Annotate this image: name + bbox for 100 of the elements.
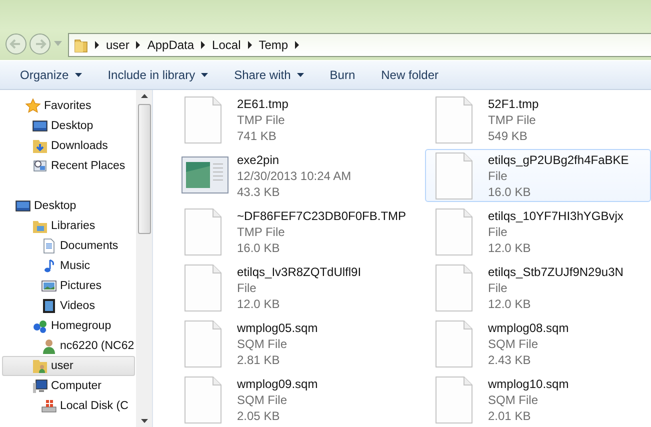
file-size: 12.0 KB xyxy=(488,296,532,312)
chevron-icon xyxy=(136,41,140,49)
nav-item[interactable]: Libraries xyxy=(2,216,135,236)
file-size: 16.0 KB xyxy=(237,240,281,256)
file-tile[interactable]: etilqs_Iv3R8ZQTdUlfl9I File 12.0 KB xyxy=(174,261,425,314)
disk-icon xyxy=(41,398,57,414)
user-folder-icon xyxy=(32,358,48,374)
nav-item[interactable]: Documents xyxy=(2,236,135,256)
toolbar-button[interactable]: New folder xyxy=(375,64,444,86)
star-icon xyxy=(25,98,41,114)
file-size: 12.0 KB xyxy=(488,240,532,256)
chevron-icon xyxy=(295,41,300,49)
nav-item[interactable]: Homegroup xyxy=(2,316,135,336)
nav-item[interactable]: user xyxy=(2,356,135,376)
file-name: 2E61.tmp xyxy=(237,96,288,112)
file-size: 16.0 KB xyxy=(488,184,532,200)
file-tile[interactable]: etilqs_Stb7ZUJf9N29u3N File 12.0 KB xyxy=(425,261,651,314)
scroll-down-arrow-icon[interactable] xyxy=(140,419,148,423)
file-tile[interactable]: wmplog08.sqm SQM File 2.43 KB xyxy=(425,317,651,370)
toolbar-button[interactable]: Organize xyxy=(14,64,88,86)
breadcrumb-item[interactable]: user xyxy=(106,38,130,52)
file-name: wmplog10.sqm xyxy=(488,376,569,392)
computer-icon xyxy=(32,378,48,394)
film-icon xyxy=(41,298,57,314)
file-type: TMP File xyxy=(488,112,537,128)
chevron-icon xyxy=(248,41,252,49)
file-name: etilqs_Iv3R8ZQTdUlfl9I xyxy=(237,264,362,280)
file-name: 52F1.tmp xyxy=(488,96,539,112)
breadcrumb-item[interactable]: AppData xyxy=(147,38,194,52)
nav-item[interactable]: Computer xyxy=(2,376,135,396)
monitor-icon xyxy=(32,118,48,134)
file-name: wmplog05.sqm xyxy=(237,320,318,336)
file-size: 2.81 KB xyxy=(237,352,281,368)
file-name: ~DF86FEF7C23DB0F0FB.TMP xyxy=(237,208,406,224)
file-type: File xyxy=(488,168,508,184)
nav-item[interactable]: Pictures xyxy=(2,276,135,296)
file-size: 741 KB xyxy=(237,128,278,144)
nav-item[interactable]: Favorites xyxy=(2,96,135,116)
nav-item[interactable]: Desktop xyxy=(2,116,135,136)
file-type: SQM File xyxy=(488,392,540,408)
picture-icon xyxy=(41,278,57,294)
recent-places-icon xyxy=(32,158,48,174)
file-type: TMP File xyxy=(237,224,286,240)
file-tile[interactable]: wmplog10.sqm SQM File 2.01 KB xyxy=(425,373,651,426)
folder-icon xyxy=(74,37,88,53)
file-type: SQM File xyxy=(237,336,288,352)
file-name: etilqs_Stb7ZUJf9N29u3N xyxy=(488,264,624,280)
file-name: etilqs_10YF7HI3hYGBvjx xyxy=(488,208,624,224)
nav-item[interactable]: Videos xyxy=(2,296,135,316)
scrollbar[interactable] xyxy=(136,90,152,427)
user-icon xyxy=(41,338,57,354)
file-size: 549 KB xyxy=(488,128,528,144)
nav-item[interactable]: Desktop xyxy=(2,196,135,216)
chevron-icon xyxy=(201,41,206,49)
file-size: 43.3 KB xyxy=(237,184,281,200)
back-button[interactable] xyxy=(4,32,28,56)
file-size: 2.43 KB xyxy=(488,352,532,368)
homegroup-icon xyxy=(32,318,48,334)
file-name: wmplog09.sqm xyxy=(237,376,318,392)
file-type: File xyxy=(488,224,508,240)
file-tile[interactable]: exe2pin 12/30/2013 10:24 AM 43.3 KB xyxy=(174,149,425,202)
library-folder-icon xyxy=(32,218,48,234)
breadcrumb-item[interactable]: Temp xyxy=(258,38,288,52)
file-tile[interactable]: etilqs_gP2UBg2fh4FaBKE File 16.0 KB xyxy=(425,149,651,202)
file-size: 2.05 KB xyxy=(237,408,281,424)
file-size: 2.01 KB xyxy=(488,408,532,424)
file-tile[interactable]: 52F1.tmp TMP File 549 KB xyxy=(425,93,651,146)
file-tile[interactable]: 2E61.tmp TMP File 741 KB xyxy=(174,93,425,146)
file-tile[interactable]: etilqs_10YF7HI3hYGBvjx File 12.0 KB xyxy=(425,205,651,258)
file-name: wmplog08.sqm xyxy=(488,320,569,336)
file-name: exe2pin xyxy=(237,152,280,168)
file-type: SQM File xyxy=(237,392,288,408)
file-type: File xyxy=(488,280,508,296)
breadcrumb-item[interactable]: Local xyxy=(212,38,241,52)
file-size: 12.0 KB xyxy=(237,296,281,312)
file-type: TMP File xyxy=(237,112,286,128)
nav-item[interactable]: Local Disk (C xyxy=(2,396,135,416)
nav-item[interactable]: nc6220 (NC62 xyxy=(2,336,135,356)
chevron-icon xyxy=(95,41,99,49)
nav-item[interactable]: Music xyxy=(2,256,135,276)
document-icon xyxy=(41,238,57,254)
toolbar-button[interactable]: Share with xyxy=(228,64,310,86)
scroll-up-arrow-icon[interactable] xyxy=(140,94,148,98)
file-tile[interactable]: ~DF86FEF7C23DB0F0FB.TMP TMP File 16.0 KB xyxy=(174,205,425,258)
file-tile[interactable]: wmplog09.sqm SQM File 2.05 KB xyxy=(174,373,425,426)
scrollbar-thumb[interactable] xyxy=(138,104,150,234)
file-type: 12/30/2013 10:24 AM xyxy=(237,168,352,184)
dropdown-icon[interactable] xyxy=(54,41,62,47)
file-type: SQM File xyxy=(488,336,540,352)
forward-button[interactable] xyxy=(28,32,52,56)
monitor-icon xyxy=(15,198,31,214)
file-tile[interactable]: wmplog05.sqm SQM File 2.81 KB xyxy=(174,317,425,370)
address-bar[interactable]: user AppData Local Temp xyxy=(68,33,651,57)
file-name: etilqs_gP2UBg2fh4FaBKE xyxy=(488,152,629,168)
toolbar-button[interactable]: Burn xyxy=(324,64,362,86)
toolbar-button[interactable]: Include in library xyxy=(102,64,214,86)
nav-item[interactable]: Downloads xyxy=(2,136,135,156)
download-folder-icon xyxy=(32,138,48,154)
file-type: File xyxy=(237,280,258,296)
nav-item[interactable]: Recent Places xyxy=(2,156,135,176)
